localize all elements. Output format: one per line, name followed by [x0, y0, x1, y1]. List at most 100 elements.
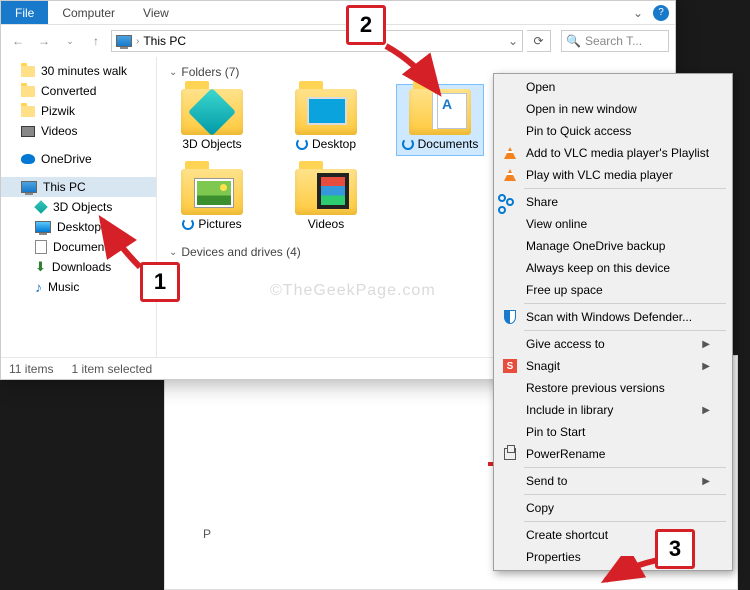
context-menu-item[interactable]: Restore previous versions: [496, 377, 730, 399]
folder-icon: [21, 66, 35, 77]
context-menu-item[interactable]: SSnagit▶: [496, 355, 730, 377]
ribbon-tab-view[interactable]: View: [129, 1, 183, 24]
menu-item-label: Send to: [526, 474, 567, 488]
folder-item[interactable]: 3D Objects: [169, 85, 255, 155]
pic-icon: [195, 179, 233, 207]
folder-item[interactable]: Desktop: [283, 85, 369, 155]
context-menu-item[interactable]: Pin to Quick access: [496, 120, 730, 142]
menu-separator: [524, 467, 726, 468]
tree-label: Converted: [41, 84, 96, 98]
callout-1: 1: [140, 262, 180, 302]
tree-label: Videos: [41, 124, 77, 138]
tree-item[interactable]: Converted: [1, 81, 156, 101]
submenu-arrow-icon: ▶: [702, 339, 710, 350]
context-menu-item[interactable]: Add to VLC media player's Playlist: [496, 142, 730, 164]
doc-icon: [35, 240, 47, 254]
context-menu-item[interactable]: Manage OneDrive backup: [496, 235, 730, 257]
defender-icon: [504, 310, 516, 324]
music-icon: ♪: [35, 279, 42, 295]
menu-item-label: Scan with Windows Defender...: [526, 310, 692, 324]
search-input[interactable]: 🔍 Search T...: [561, 30, 669, 52]
pc-icon: [116, 35, 132, 47]
menu-item-label: Create shortcut: [526, 528, 608, 542]
folder-icon: [295, 89, 357, 135]
tree-onedrive[interactable]: OneDrive: [1, 149, 156, 169]
menu-separator: [524, 494, 726, 495]
cloud-icon: [21, 154, 35, 164]
screen-icon: [307, 97, 347, 125]
menu-item-label: Share: [526, 195, 558, 209]
folder-item[interactable]: Pictures: [169, 165, 255, 235]
folder-label: 3D Objects: [182, 137, 241, 151]
menu-item-label: Properties: [526, 550, 581, 564]
context-menu-item[interactable]: PowerRename: [496, 443, 730, 465]
nav-tree: 30 minutes walk Converted Pizwik Videos OneD…: [1, 57, 157, 357]
folder-icon: [21, 126, 35, 137]
tree-sub-item[interactable]: ♪Music: [1, 277, 156, 297]
context-menu-item[interactable]: Include in library▶: [496, 399, 730, 421]
menu-item-label: Play with VLC media player: [526, 168, 673, 182]
menu-item-label: Open: [526, 80, 555, 94]
context-menu-item[interactable]: Open in new window: [496, 98, 730, 120]
folder-icon: [295, 169, 357, 215]
context-menu-item[interactable]: Give access to▶: [496, 333, 730, 355]
back-button[interactable]: ←: [7, 30, 29, 52]
tree-item[interactable]: 30 minutes walk: [1, 61, 156, 81]
submenu-arrow-icon: ▶: [702, 361, 710, 372]
tree-item[interactable]: Pizwik: [1, 101, 156, 121]
context-menu-item[interactable]: Share: [496, 191, 730, 213]
film-icon: [317, 173, 349, 209]
ribbon: File Computer View ⌄ ?: [1, 1, 675, 25]
context-menu-item[interactable]: Scan with Windows Defender...: [496, 306, 730, 328]
context-menu-item[interactable]: Play with VLC media player: [496, 164, 730, 186]
tree-item[interactable]: Videos: [1, 121, 156, 141]
tree-label: Pizwik: [41, 104, 75, 118]
menu-item-label: Manage OneDrive backup: [526, 239, 665, 253]
ribbon-tab-file[interactable]: File: [1, 1, 48, 24]
folder-label: Pictures: [182, 217, 241, 231]
address-bar[interactable]: › This PC ⌄: [111, 30, 523, 52]
share-icon: [506, 198, 514, 206]
search-placeholder: Search T...: [585, 34, 642, 48]
menu-item-label: Open in new window: [526, 102, 637, 116]
menu-item-label: View online: [526, 217, 587, 231]
menu-separator: [524, 330, 726, 331]
snagit-icon: S: [503, 359, 517, 373]
ribbon-tab-computer[interactable]: Computer: [48, 1, 129, 24]
sync-icon: [402, 138, 414, 150]
context-menu-item[interactable]: Free up space: [496, 279, 730, 301]
ribbon-expand-icon[interactable]: ⌄: [629, 6, 647, 20]
context-menu-item[interactable]: Always keep on this device: [496, 257, 730, 279]
folder-icon: [21, 106, 35, 117]
forward-button[interactable]: →: [33, 30, 55, 52]
folder-label: Desktop: [296, 137, 356, 151]
menu-item-label: Add to VLC media player's Playlist: [526, 146, 709, 160]
vlc-icon: [504, 169, 516, 181]
chevron-down-icon: ⌄: [169, 247, 177, 258]
context-menu-item[interactable]: Open: [496, 76, 730, 98]
menu-separator: [524, 188, 726, 189]
devices-header-text: Devices and drives (4): [181, 245, 300, 259]
cube-icon: [188, 88, 236, 136]
context-menu-item[interactable]: Send to ▶: [496, 470, 730, 492]
menu-separator: [524, 303, 726, 304]
folder-item[interactable]: Videos: [283, 165, 369, 235]
context-menu-item[interactable]: Pin to Start: [496, 421, 730, 443]
folder-icon: [181, 169, 243, 215]
up-button[interactable]: ↑: [85, 30, 107, 52]
nav-toolbar: ← → ⌄ ↑ › This PC ⌄ ⟳ 🔍 Search T...: [1, 25, 675, 57]
stray-text: P: [203, 527, 211, 541]
help-icon[interactable]: ?: [653, 5, 669, 21]
chevron-down-icon: ⌄: [169, 67, 177, 78]
context-menu-item[interactable]: Copy: [496, 497, 730, 519]
recent-dropdown-icon[interactable]: ⌄: [59, 30, 81, 52]
submenu-arrow-icon: ▶: [702, 476, 710, 487]
vlc-icon: [504, 147, 516, 159]
menu-item-label: Restore previous versions: [526, 381, 665, 395]
context-menu-item[interactable]: View online: [496, 213, 730, 235]
menu-item-label: PowerRename: [526, 447, 605, 461]
address-dropdown-icon[interactable]: ⌄: [508, 34, 518, 48]
folders-header-text: Folders (7): [181, 65, 239, 79]
refresh-button[interactable]: ⟳: [527, 30, 551, 52]
tree-this-pc[interactable]: This PC: [1, 177, 156, 197]
